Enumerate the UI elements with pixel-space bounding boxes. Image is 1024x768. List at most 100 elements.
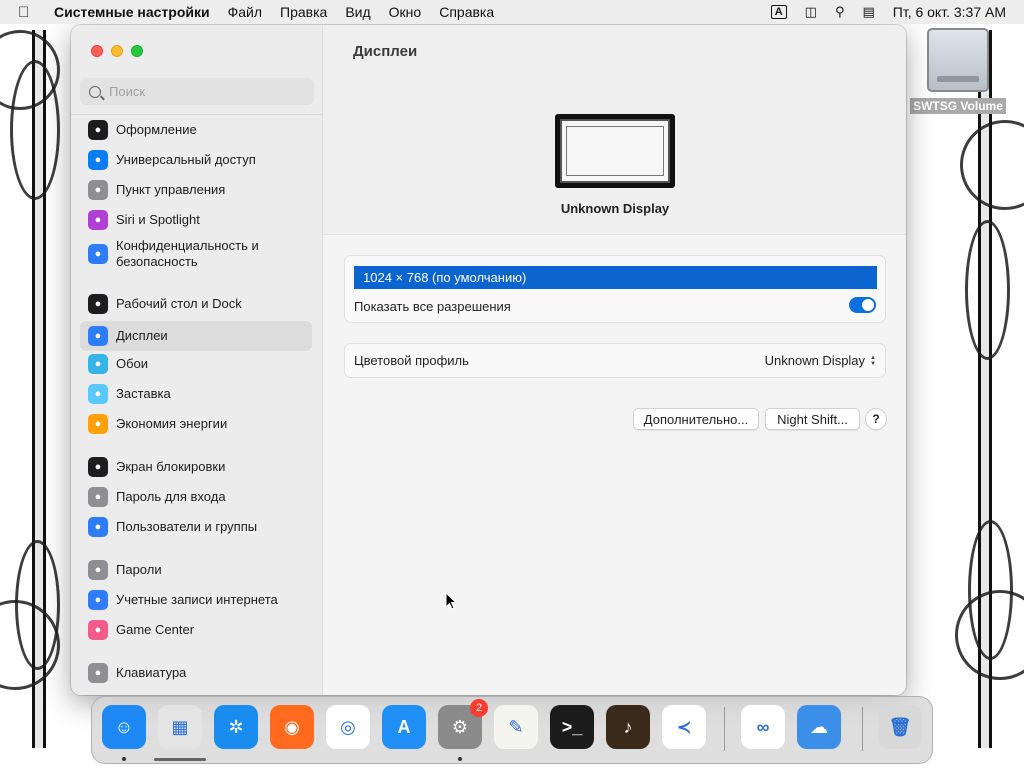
dock-separator	[724, 707, 725, 751]
sidebar-item-wallpaper[interactable]: ● Обои	[80, 351, 312, 377]
resolution-card: 1024 × 768 (по умолчанию) Показать все р…	[344, 255, 886, 323]
visual-studio-icon[interactable]: ∞	[741, 705, 785, 749]
login-password-icon: ●	[88, 487, 108, 507]
sidebar-item-accessibility[interactable]: ● Универсальный доступ	[80, 147, 312, 173]
input-source-icon[interactable]: A	[770, 5, 787, 19]
menu-clock[interactable]: Пт, 6 окт. 3:37 AM	[893, 4, 1006, 20]
sidebar-item-label: Оформление	[116, 122, 197, 137]
vscode-icon[interactable]: ≺	[662, 705, 706, 749]
display-thumbnail-frame	[566, 125, 664, 177]
sidebar-item-label: Пароль для входа	[116, 489, 226, 504]
resolution-option-selected[interactable]: 1024 × 768 (по умолчанию)	[354, 266, 877, 289]
wallpaper-swirl	[15, 540, 60, 670]
display-header: Дисплеи Unknown Display	[323, 25, 906, 235]
finder-icon[interactable]: ☺	[102, 705, 146, 749]
sidebar-item-key[interactable]: ● Пароли	[80, 557, 312, 583]
sidebar-item-label: Обои	[116, 356, 149, 371]
advanced-button[interactable]: Дополнительно...	[633, 408, 759, 430]
desktop-dock-icon: ●	[88, 294, 108, 314]
safari-icon[interactable]: ✲	[214, 705, 258, 749]
color-profile-select[interactable]: Unknown Display ▲ ▼	[765, 353, 876, 368]
sidebar-item-control-center[interactable]: ● Пункт управления	[80, 177, 312, 203]
weather-icon[interactable]: ☁	[797, 705, 841, 749]
sidebar-item-energy[interactable]: ● Экономия энергии	[80, 411, 312, 437]
sidebar-divider	[71, 114, 323, 115]
running-indicator	[458, 757, 462, 761]
accessibility-icon: ●	[88, 150, 108, 170]
lock-screen-icon: ●	[88, 457, 108, 477]
sidebar-item-desktop-dock[interactable]: ● Рабочий стол и Dock	[80, 291, 312, 317]
privacy-hand-icon: ●	[88, 244, 108, 264]
sidebar-item-label: Заставка	[116, 386, 171, 401]
system-settings-window: Поиск ● Оформление ● Универсальный доступ ● П…	[71, 25, 906, 695]
window-controls	[91, 45, 143, 57]
menu-help[interactable]: Справка	[439, 4, 494, 20]
sidebar-item-login-password[interactable]: ● Пароль для входа	[80, 484, 312, 510]
color-profile-value: Unknown Display	[764, 353, 866, 368]
sidebar-item-label: Пункт управления	[116, 182, 226, 197]
trash-icon[interactable]: 🗑	[878, 705, 922, 749]
sidebar-item-users[interactable]: ● Пользователи и группы	[80, 514, 312, 540]
sidebar-item-label: Экономия энергии	[116, 416, 228, 431]
menu-window[interactable]: Окно	[389, 4, 422, 20]
wallpaper-swirl	[960, 120, 1024, 210]
firefox-icon[interactable]: ◉	[270, 705, 314, 749]
wallpaper-icon: ●	[88, 354, 108, 374]
sidebar-item-displays[interactable]: ● Дисплеи	[80, 321, 312, 351]
sidebar-item-keyboard[interactable]: ● Клавиатура	[80, 660, 312, 686]
keyboard-icon: ●	[88, 663, 108, 683]
zoom-button[interactable]	[131, 45, 143, 57]
search-placeholder: Поиск	[109, 84, 146, 99]
minimize-button[interactable]	[111, 45, 123, 57]
sidebar-item-privacy-hand[interactable]: ● Конфиденциальность и безопасность	[80, 235, 312, 273]
control-center-toggle-icon[interactable]: ▤	[862, 4, 874, 20]
close-button[interactable]	[91, 45, 103, 57]
system-settings-icon[interactable]: ⚙ 2	[438, 699, 488, 749]
mouse-pointer-icon	[445, 592, 457, 610]
display-thumbnail[interactable]	[555, 114, 675, 188]
search-field[interactable]: Поиск	[80, 78, 314, 105]
page-title: Дисплеи	[353, 43, 418, 60]
sidebar-item-screensaver[interactable]: ● Заставка	[80, 381, 312, 407]
garageband-icon[interactable]: ♪	[606, 705, 650, 749]
sidebar-item-appearance[interactable]: ● Оформление	[80, 117, 312, 143]
sidebar-item-label: Универсальный доступ	[116, 152, 256, 167]
main-panel: Дисплеи Unknown Display 1024 × 768 (по у…	[323, 25, 906, 695]
control-center-icon: ●	[88, 180, 108, 200]
drive-label: SWTSG Volume	[910, 98, 1006, 114]
menu-view[interactable]: Вид	[345, 4, 370, 20]
wallpaper-swirl	[968, 520, 1013, 660]
screensaver-icon: ●	[88, 384, 108, 404]
help-button[interactable]: ?	[865, 408, 887, 430]
sidebar-item-at[interactable]: ● Учетные записи интернета	[80, 587, 312, 613]
apple-menu-icon[interactable]: 	[18, 4, 38, 21]
terminal-icon[interactable]: >_	[550, 705, 594, 749]
desktop-drive[interactable]: SWTSG Volume	[910, 28, 1006, 120]
wallpaper-swirl	[965, 220, 1010, 360]
sidebar-item-lock-screen[interactable]: ● Экран блокировки	[80, 454, 312, 480]
sidebar-item-label: Пароли	[116, 562, 162, 577]
sidebar-item-label: Клавиатура	[116, 665, 187, 680]
sidebar-item-label: Экран блокировки	[116, 459, 226, 474]
game-center-icon: ●	[88, 620, 108, 640]
updown-chevron-icon: ▲ ▼	[870, 354, 876, 367]
menu-file[interactable]: Файл	[228, 4, 262, 20]
spotlight-search-icon[interactable]: ⚲	[835, 4, 845, 20]
sidebar-item-game-center[interactable]: ● Game Center	[80, 617, 312, 643]
external-drive-icon	[927, 28, 989, 92]
color-profile-label: Цветовой профиль	[354, 353, 469, 368]
app-store-icon[interactable]: A	[382, 705, 426, 749]
sidebar-item-label: Дисплеи	[116, 328, 168, 343]
sidebar-item-siri[interactable]: ● Siri и Spotlight	[80, 207, 312, 233]
chrome-icon[interactable]: ◎	[326, 705, 370, 749]
launchpad-icon[interactable]: ▦	[158, 705, 202, 749]
displays-icon: ●	[88, 326, 108, 346]
textedit-icon[interactable]: ✎	[494, 705, 538, 749]
night-shift-button[interactable]: Night Shift...	[765, 408, 860, 430]
menu-app-name[interactable]: Системные настройки	[54, 4, 210, 20]
screen-mirroring-icon[interactable]: ◫	[805, 4, 817, 20]
dock-scroll-indicator	[154, 758, 206, 761]
menu-edit[interactable]: Правка	[280, 4, 327, 20]
show-all-resolutions-toggle[interactable]	[849, 297, 876, 313]
display-name: Unknown Display	[560, 201, 670, 216]
